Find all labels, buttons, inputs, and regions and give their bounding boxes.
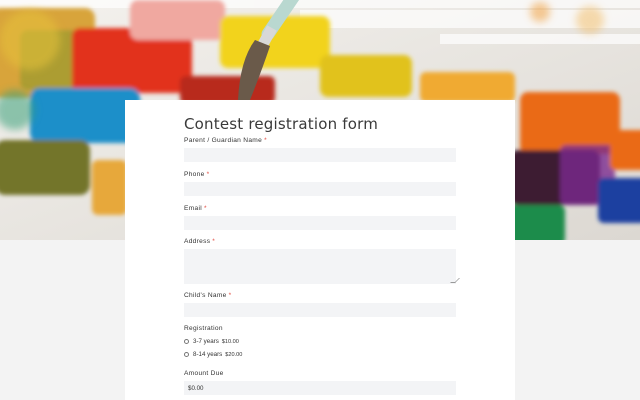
registration-option-8-14[interactable]: 8-14 years $20.00 bbox=[184, 351, 242, 358]
email-label: Email * bbox=[184, 205, 207, 212]
phone-input[interactable] bbox=[184, 182, 456, 196]
required-asterisk: * bbox=[264, 137, 267, 144]
address-label: Address * bbox=[184, 238, 216, 245]
child-name-label: Child's Name * bbox=[184, 292, 232, 299]
address-textarea[interactable] bbox=[184, 249, 460, 284]
radio-button[interactable] bbox=[184, 352, 189, 357]
required-asterisk: * bbox=[206, 171, 210, 178]
form-title: Contest registration form bbox=[184, 115, 379, 133]
registration-option-3-7[interactable]: 3-7 years $10.00 bbox=[184, 338, 239, 345]
required-asterisk: * bbox=[212, 238, 216, 245]
registration-form-card: Contest registration form Parent / Guard… bbox=[125, 100, 515, 400]
email-input[interactable] bbox=[184, 216, 456, 230]
phone-label: Phone * bbox=[184, 171, 210, 178]
parent-name-input[interactable] bbox=[184, 148, 456, 162]
amount-due-field bbox=[184, 381, 456, 395]
child-name-input[interactable] bbox=[184, 303, 456, 317]
required-asterisk: * bbox=[204, 205, 207, 212]
required-asterisk: * bbox=[228, 292, 232, 299]
amount-due-label: Amount Due bbox=[184, 370, 224, 377]
parent-name-label: Parent / Guardian Name * bbox=[184, 137, 267, 144]
radio-button[interactable] bbox=[184, 339, 189, 344]
resize-handle-icon[interactable] bbox=[450, 278, 460, 283]
amount-due-value: $0.00 bbox=[188, 385, 204, 392]
registration-label: Registration bbox=[184, 325, 223, 332]
